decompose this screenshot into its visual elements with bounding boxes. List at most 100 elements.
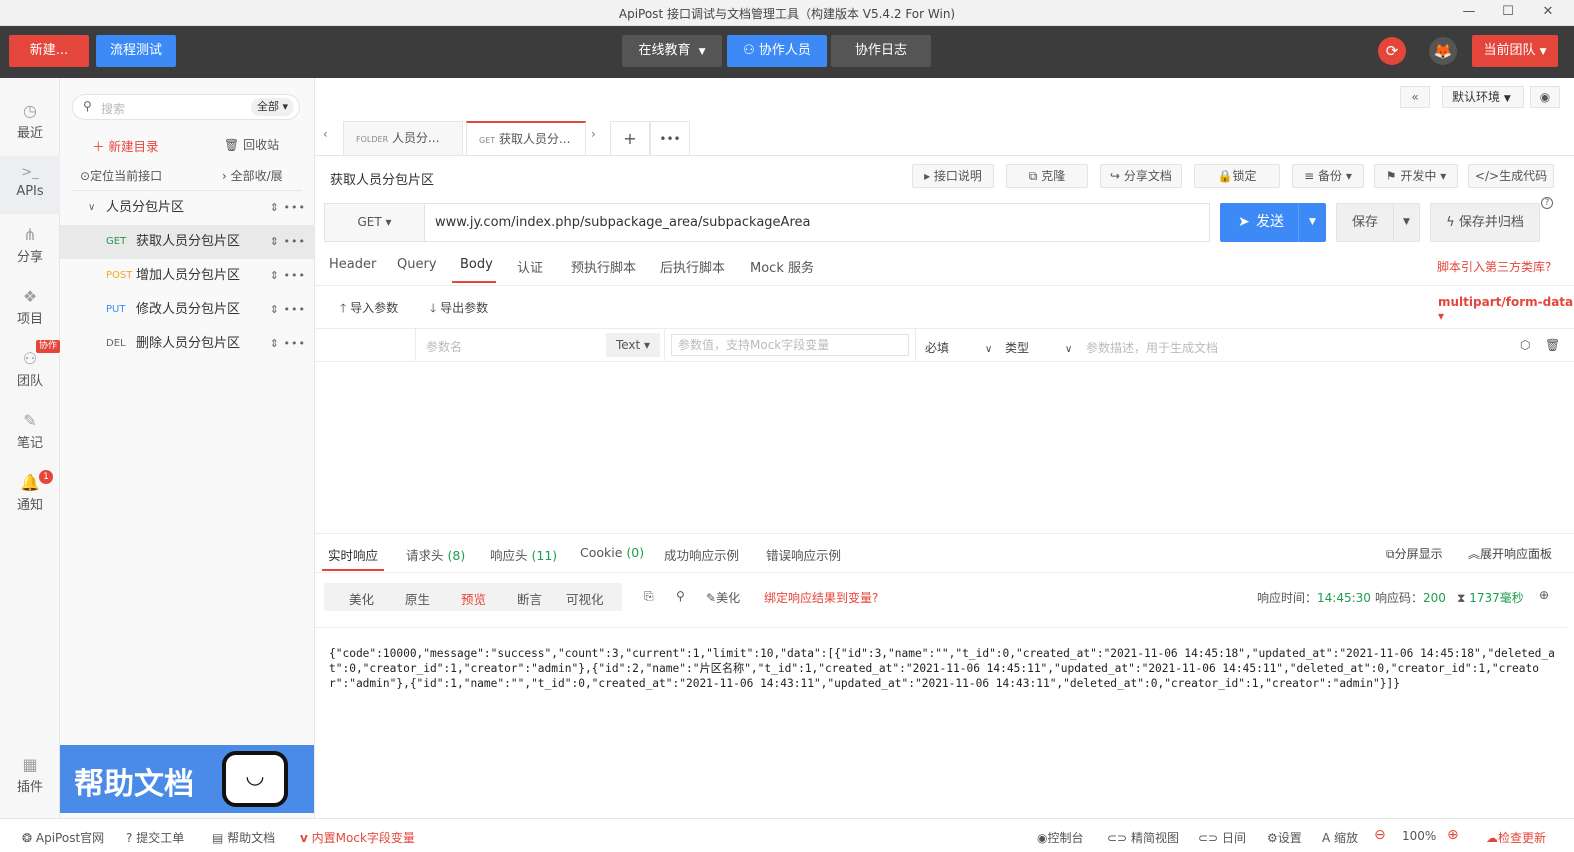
tab-error-example[interactable]: 错误响应示例 <box>766 545 841 564</box>
help-icon[interactable]: ? <box>1541 197 1553 209</box>
rail-item-notify[interactable]: 🔔 通知 1 <box>0 470 60 513</box>
api-doc-button[interactable]: ▸ 接口说明 <box>912 164 994 188</box>
required-select[interactable]: 必填 ∨ <box>925 339 992 356</box>
export-params-button[interactable]: 🡓 导出参数 <box>430 299 488 320</box>
split-screen-button[interactable]: ⧉分屏显示 <box>1386 545 1443 562</box>
more-icon[interactable]: ••• <box>284 191 306 225</box>
sort-icon[interactable]: ⇕ <box>270 225 280 259</box>
new-button[interactable]: 新建... <box>9 35 89 67</box>
share-doc-button[interactable]: ↪ 分享文档 <box>1100 164 1182 188</box>
backup-select[interactable]: ≡ 备份 ▾ <box>1292 164 1364 188</box>
view-preview[interactable]: 预览 <box>461 589 486 608</box>
more-icon[interactable]: ••• <box>284 259 306 293</box>
rail-item-plugins[interactable]: ▦ 插件 <box>0 754 60 795</box>
eye-icon[interactable]: ◉ <box>1530 86 1560 108</box>
tab-body[interactable]: Body <box>460 257 493 272</box>
console-button[interactable]: ◉控制台 <box>1037 829 1084 846</box>
tab-folder[interactable]: FOLDER 人员分... <box>343 121 463 155</box>
tab-response-headers[interactable]: 响应头 (11) <box>490 545 557 564</box>
beautify-button[interactable]: ✎美化 <box>706 589 740 606</box>
online-edu-button[interactable]: 在线教育 ▼ <box>622 35 722 67</box>
tabs-next-icon[interactable]: › <box>591 127 596 141</box>
new-folder-button[interactable]: ＋ 新建目录 <box>92 136 159 155</box>
filter-select[interactable]: 全部 ▾ <box>251 98 295 116</box>
rail-item-recent[interactable]: ◷ 最近 <box>0 100 60 141</box>
send-button[interactable]: ➤ 发送 ▼ <box>1220 203 1326 242</box>
environment-select[interactable]: 默认环境 ▼ <box>1442 86 1524 108</box>
expand-panel-button[interactable]: ︽展开响应面板 <box>1468 545 1552 562</box>
tab-mock[interactable]: Mock 服务 <box>750 257 814 276</box>
view-raw[interactable]: 原生 <box>405 589 430 608</box>
search-input[interactable]: 搜索 <box>101 100 125 117</box>
api-item-del[interactable]: DEL 删除人员分包片区 ⇕ ••• <box>60 327 314 361</box>
current-team-button[interactable]: 当前团队 ▼ <box>1472 35 1558 67</box>
search-box[interactable]: ⚲ 搜索 全部 ▾ <box>72 94 300 120</box>
dev-status-select[interactable]: ⚑ 开发中 ▾ <box>1374 164 1458 188</box>
site-link[interactable]: ❂ ApiPost官网 <box>22 829 104 846</box>
tab-auth[interactable]: 认证 <box>517 257 543 276</box>
rail-item-team[interactable]: ⚇ 团队 协作 <box>0 340 60 389</box>
view-beautify[interactable]: 美化 <box>349 589 374 608</box>
copy-icon[interactable]: ⎘ <box>644 589 654 604</box>
tab-post-script[interactable]: 后执行脚本 <box>660 257 725 276</box>
flow-test-button[interactable]: 流程测试 <box>96 35 176 67</box>
help-banner[interactable]: 帮助文档 ◡ <box>60 745 314 813</box>
save-dropdown-icon[interactable]: ▼ <box>1393 204 1419 241</box>
avatar[interactable]: 🦊 <box>1429 37 1457 65</box>
param-type-select[interactable]: Text ▾ <box>606 333 660 357</box>
send-dropdown-icon[interactable]: ▼ <box>1298 203 1326 242</box>
save-button[interactable]: 保存 ▼ <box>1336 203 1420 242</box>
collapse-panel-button[interactable]: « <box>1400 86 1430 108</box>
zoom-in-icon[interactable]: ⊕ <box>1447 827 1459 843</box>
tab-get-api[interactable]: GET 获取人员分... <box>466 121 586 155</box>
sort-icon[interactable]: ⇕ <box>270 259 280 293</box>
day-mode-toggle[interactable]: ⊂⊃ 日间 <box>1198 829 1246 846</box>
tab-realtime-response[interactable]: 实时响应 <box>328 545 378 564</box>
mock-link[interactable]: v 内置Mock字段变量 <box>300 829 415 846</box>
view-assert[interactable]: 断言 <box>517 589 542 608</box>
download-icon[interactable]: ⊕ <box>1539 588 1549 602</box>
rail-item-notes[interactable]: ✎ 笔记 <box>0 410 60 451</box>
zoom-out-icon[interactable]: ⊖ <box>1374 827 1386 843</box>
compact-view-toggle[interactable]: ⊂⊃ 精简视图 <box>1107 829 1179 846</box>
tab-more-icon[interactable]: ••• <box>650 121 690 155</box>
api-item-post[interactable]: POST 增加人员分包片区 ⇕ ••• <box>60 259 314 293</box>
tab-pre-script[interactable]: 预执行脚本 <box>571 257 636 276</box>
cube-icon[interactable]: ⬡ <box>1520 338 1530 352</box>
trash-icon[interactable]: 🗑 <box>1545 338 1560 352</box>
api-item-get[interactable]: GET 获取人员分包片区 ⇕ ••• <box>60 225 314 259</box>
rail-item-project[interactable]: ❖ 项目 <box>0 286 60 327</box>
param-value-input[interactable]: 参数值，支持Mock字段变量 <box>671 334 909 356</box>
recycle-button[interactable]: 🗑 回收站 <box>224 136 279 153</box>
ticket-link[interactable]: ? 提交工单 <box>126 829 184 846</box>
tabs-prev-icon[interactable]: ‹ <box>323 127 328 141</box>
add-tab-icon[interactable]: + <box>610 121 650 155</box>
rail-item-apis[interactable]: >_ APIs <box>0 156 60 214</box>
collab-log-button[interactable]: 协作日志 <box>831 35 931 67</box>
sort-icon[interactable]: ⇕ <box>270 327 280 361</box>
url-input[interactable]: www.jy.com/index.php/subpackage_area/sub… <box>435 215 810 230</box>
folder-row[interactable]: ∨ 人员分包片区 ⇕ ••• <box>60 191 314 225</box>
help-doc-link[interactable]: ▤ 帮助文档 <box>212 829 275 846</box>
sync-icon[interactable]: ⟳ <box>1378 37 1406 65</box>
sort-icon[interactable]: ⇕ <box>270 293 280 327</box>
search-icon[interactable]: ⚲ <box>676 589 685 603</box>
rail-item-share[interactable]: ⋔ 分享 <box>0 224 60 265</box>
maximize-button[interactable]: ☐ <box>1497 2 1519 22</box>
tab-query[interactable]: Query <box>397 257 437 272</box>
clone-button[interactable]: ⧉ 克隆 <box>1006 164 1088 188</box>
more-icon[interactable]: ••• <box>284 293 306 327</box>
locate-button[interactable]: ⊙定位当前接口 <box>80 167 162 184</box>
bind-var-link[interactable]: 绑定响应结果到变量? <box>764 589 878 606</box>
content-type-select[interactable]: multipart/form-data ▾ <box>1438 295 1574 323</box>
import-params-button[interactable]: 🡑 导入参数 <box>340 299 398 320</box>
close-button[interactable]: ✕ <box>1537 2 1559 22</box>
more-icon[interactable]: ••• <box>284 225 306 259</box>
collaborators-button[interactable]: ⚇ 协作人员 <box>727 35 827 67</box>
save-archive-button[interactable]: ϟ 保存并归档 <box>1430 203 1540 242</box>
view-visualize[interactable]: 可视化 <box>566 589 604 608</box>
tab-header[interactable]: Header <box>329 257 376 272</box>
lock-button[interactable]: 🔒锁定 <box>1194 164 1280 188</box>
more-icon[interactable]: ••• <box>284 327 306 361</box>
sort-icon[interactable]: ⇕ <box>270 191 280 225</box>
